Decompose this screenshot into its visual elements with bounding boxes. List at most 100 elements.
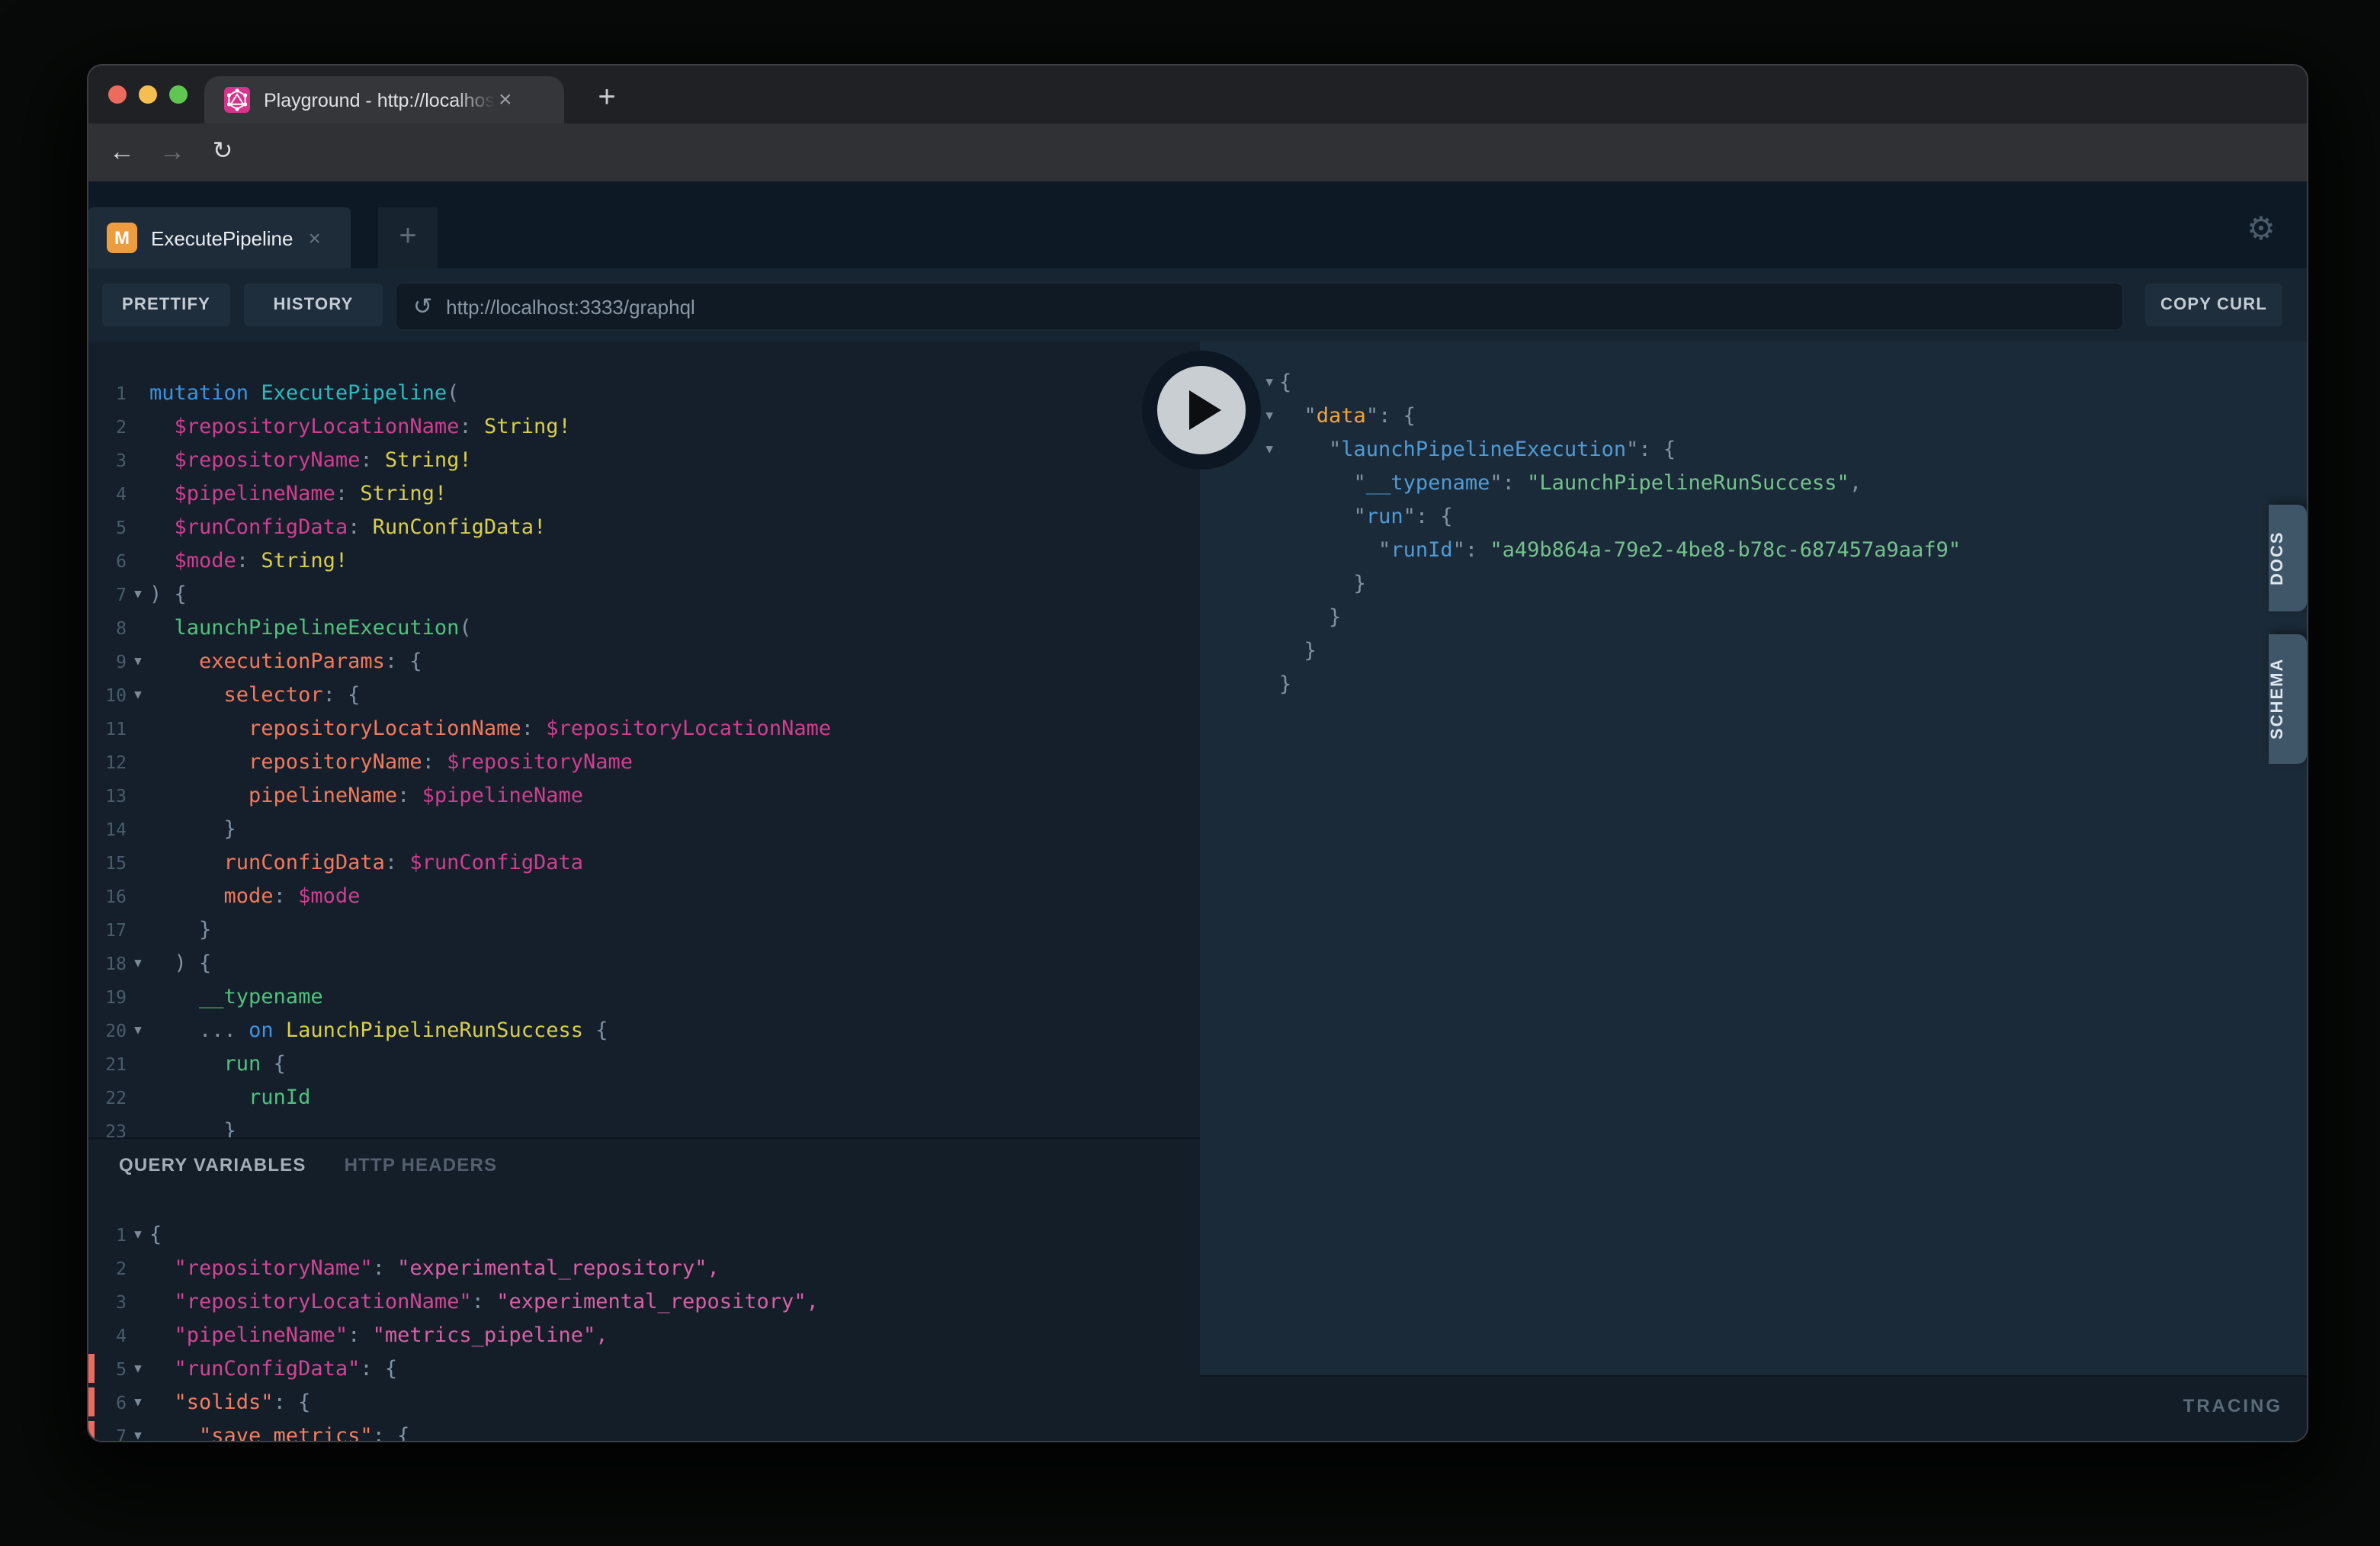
schema-side-tab[interactable]: SCHEMA	[2269, 634, 2307, 764]
code-text: pipelineName: $pipelineName	[149, 779, 583, 813]
code-text: runConfigData: $runConfigData	[149, 846, 583, 880]
tracing-bar: TRACING	[1200, 1375, 2307, 1442]
fold-arrow-icon[interactable]: ▼	[127, 1386, 149, 1419]
fold-spacer	[127, 1047, 149, 1081]
docs-side-tab[interactable]: DOCS	[2269, 505, 2307, 611]
code-line: 3 $repositoryName: String!	[88, 444, 1200, 477]
code-line: 3 "repositoryLocationName": "experimenta…	[88, 1285, 1200, 1319]
fold-arrow-icon[interactable]: ▼	[127, 1352, 149, 1386]
line-number: 15	[88, 846, 127, 880]
lint-marker	[88, 1354, 94, 1383]
fold-spacer	[127, 477, 149, 511]
code-line: 10▼ selector: {	[88, 678, 1200, 712]
code-line: "run": {	[1200, 500, 2307, 534]
fold-spacer	[127, 611, 149, 645]
code-line: ▼ "data": {	[1200, 399, 2307, 433]
fold-arrow-icon[interactable]: ▼	[127, 947, 149, 980]
playground-tab-executepipeline[interactable]: M ExecutePipeline ×	[88, 207, 351, 268]
line-number: 10	[88, 678, 127, 712]
line-number: 18	[88, 947, 127, 980]
new-tab-button[interactable]: +	[585, 78, 628, 120]
fold-spacer	[127, 444, 149, 477]
reload-icon[interactable]: ↻	[204, 134, 241, 171]
code-text: mode: $mode	[149, 880, 360, 913]
close-playground-tab-icon[interactable]: ×	[308, 226, 320, 250]
history-button[interactable]: HISTORY	[244, 284, 383, 326]
line-number: 19	[88, 980, 127, 1014]
code-line: 2 $repositoryLocationName: String!	[88, 410, 1200, 444]
code-line: "__typename": "LaunchPipelineRunSuccess"…	[1200, 467, 2307, 500]
code-text: }	[1279, 634, 1317, 668]
code-text: selector: {	[149, 678, 360, 712]
fold-arrow-icon[interactable]: ▼	[127, 678, 149, 712]
fold-arrow-icon[interactable]: ▼	[127, 1218, 149, 1252]
code-text: __typename	[149, 980, 323, 1014]
code-line: }	[1200, 601, 2307, 634]
code-line: 16 mode: $mode	[88, 880, 1200, 913]
forward-icon[interactable]: →	[154, 134, 191, 171]
fold-spacer	[1200, 668, 1279, 701]
code-text: ... on LaunchPipelineRunSuccess {	[149, 1014, 608, 1047]
playground-toolbar: PRETTIFY HISTORY ↺ http://localhost:3333…	[88, 268, 2307, 342]
reset-endpoint-icon[interactable]: ↺	[413, 293, 432, 320]
code-line: 4 "pipelineName": "metrics_pipeline",	[88, 1319, 1200, 1352]
fold-spacer	[127, 880, 149, 913]
code-line: 19 __typename	[88, 980, 1200, 1014]
code-text: "run": {	[1279, 500, 1453, 534]
code-text: }	[149, 1115, 236, 1137]
fold-spacer	[1200, 500, 1279, 534]
variables-panel-tabs: QUERY VARIABLES HTTP HEADERS	[119, 1154, 497, 1176]
line-number: 23	[88, 1115, 127, 1137]
fold-spacer	[127, 1319, 149, 1352]
line-number: 21	[88, 1047, 127, 1081]
endpoint-input[interactable]: ↺ http://localhost:3333/graphql	[395, 282, 2124, 331]
fold-spacer	[127, 1252, 149, 1285]
code-text: "runConfigData": {	[149, 1352, 397, 1386]
code-text: }	[1279, 601, 1341, 634]
back-icon[interactable]: ←	[104, 134, 140, 171]
copy-curl-button[interactable]: COPY CURL	[2145, 284, 2282, 326]
fold-spacer	[127, 712, 149, 746]
code-text: "__typename": "LaunchPipelineRunSuccess"…	[1279, 467, 1862, 500]
browser-tab-title: Playground - http://localhost:33	[264, 89, 496, 111]
code-text: ) {	[149, 578, 187, 611]
execute-play-button[interactable]	[1142, 351, 1261, 470]
code-text: "data": {	[1279, 399, 1416, 433]
fold-spacer	[127, 377, 149, 410]
code-line: 13 pipelineName: $pipelineName	[88, 779, 1200, 813]
browser-tab[interactable]: Playground - http://localhost:33 ×	[204, 76, 564, 123]
fold-arrow-icon[interactable]: ▼	[127, 1419, 149, 1442]
tracing-label[interactable]: TRACING	[2183, 1395, 2282, 1416]
response-viewer[interactable]: ▼{▼ "data": {▼ "launchPipelineExecution"…	[1200, 342, 2307, 701]
line-number: 13	[88, 779, 127, 813]
query-editor-clip: 1mutation ExecutePipeline(2 $repositoryL…	[88, 342, 1200, 1137]
query-editor[interactable]: 1mutation ExecutePipeline(2 $repositoryL…	[88, 342, 1200, 1137]
prettify-button[interactable]: PRETTIFY	[102, 284, 230, 326]
zoom-window-button[interactable]	[169, 85, 188, 104]
fold-spacer	[1200, 634, 1279, 668]
code-text: {	[149, 1218, 162, 1252]
close-window-button[interactable]	[108, 85, 127, 104]
new-playground-tab-button[interactable]: +	[378, 207, 438, 268]
fold-spacer	[127, 1115, 149, 1137]
code-text: runId	[149, 1081, 310, 1115]
line-number: 3	[88, 1285, 127, 1319]
line-number: 11	[88, 712, 127, 746]
minimize-window-button[interactable]	[139, 85, 157, 104]
fold-arrow-icon[interactable]: ▼	[127, 645, 149, 678]
code-line: 23 }	[88, 1115, 1200, 1137]
variables-editor[interactable]: 1▼{2 "repositoryName": "experimental_rep…	[88, 1218, 1200, 1442]
close-tab-icon[interactable]: ×	[499, 88, 512, 111]
code-line: ▼{	[1200, 366, 2307, 399]
fold-arrow-icon[interactable]: ▼	[127, 1014, 149, 1047]
fold-spacer	[127, 1285, 149, 1319]
line-number: 3	[88, 444, 127, 477]
query-pane: 1mutation ExecutePipeline(2 $repositoryL…	[88, 342, 1200, 1441]
line-number: 4	[88, 1319, 127, 1352]
browser-tab-strip: Playground - http://localhost:33 × +	[88, 66, 2307, 123]
fold-arrow-icon[interactable]: ▼	[127, 578, 149, 611]
tab-http-headers[interactable]: HTTP HEADERS	[345, 1154, 498, 1176]
settings-gear-icon[interactable]: ⚙	[2241, 209, 2281, 249]
code-text: executionParams: {	[149, 645, 422, 678]
tab-query-variables[interactable]: QUERY VARIABLES	[119, 1154, 306, 1176]
